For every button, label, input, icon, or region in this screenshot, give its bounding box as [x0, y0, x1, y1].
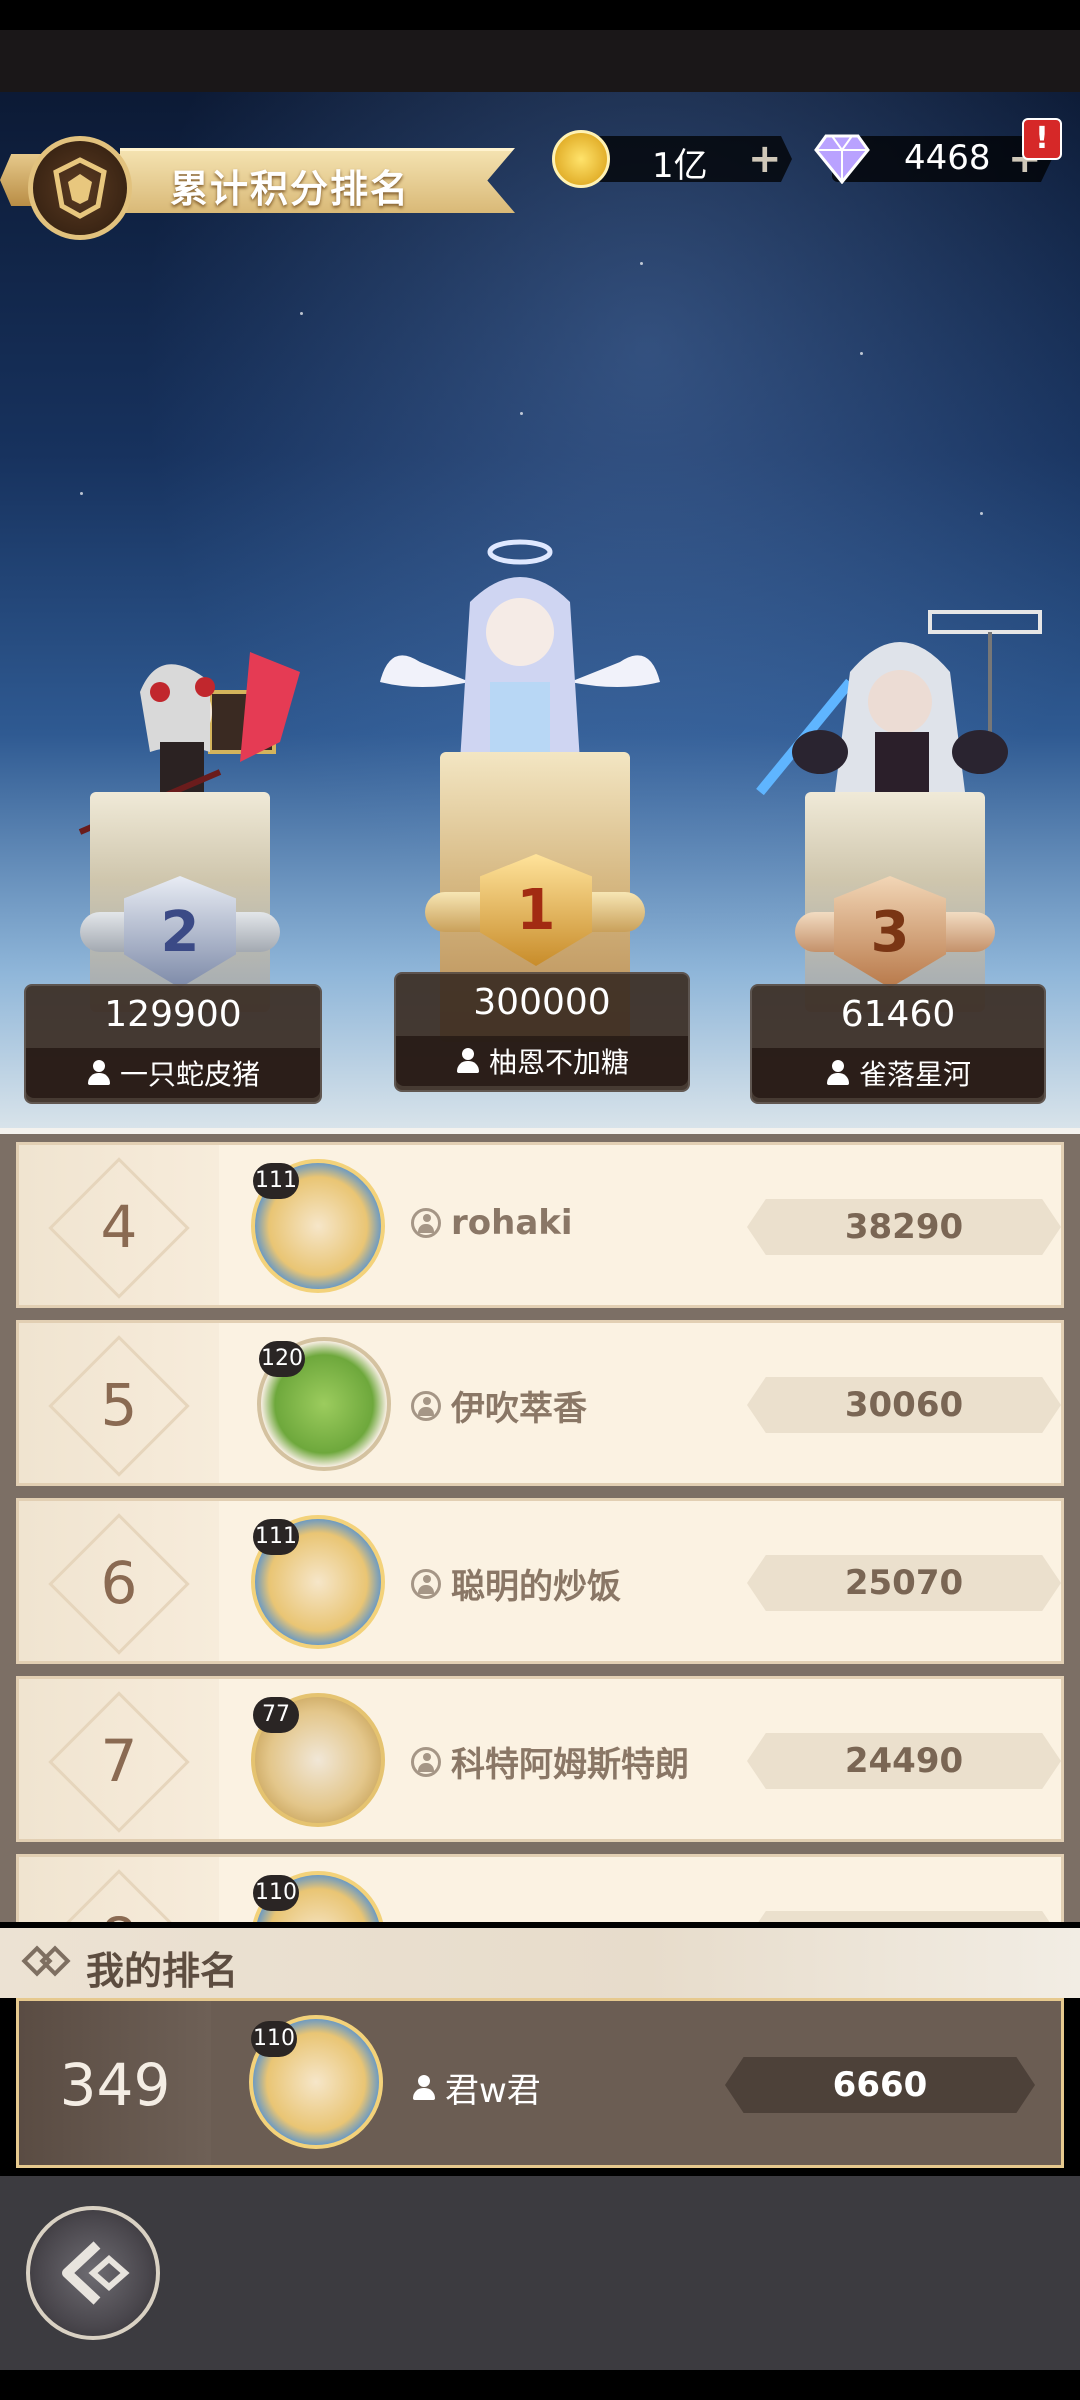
gold-value: 1亿 — [652, 146, 708, 186]
my-name: 君w君 — [445, 2071, 541, 2111]
player-level-badge: 111 — [253, 1519, 299, 1555]
rank-2-name-row: 一只蛇皮猪 — [26, 1048, 320, 1098]
my-rank-number: 349 — [59, 2051, 171, 2119]
rank-number: 4 — [100, 1193, 138, 1261]
person-icon — [411, 1208, 441, 1238]
star — [80, 492, 83, 495]
gold-currency: 1亿 + — [552, 130, 802, 190]
my-score: 6660 — [725, 2057, 1035, 2113]
rank-number: 8 — [19, 1905, 219, 1922]
player-level-badge: 111 — [253, 1163, 299, 1199]
ranking-row[interactable]: 5 120 伊吹萃香 30060 — [16, 1320, 1064, 1486]
diamond-value: 4468 — [904, 138, 991, 178]
player-name: 科特阿姆斯特朗 — [451, 1745, 689, 1785]
player-name-group: rohaki — [411, 1203, 573, 1243]
rank-1-score: 300000 — [473, 982, 611, 1023]
ranking-row[interactable]: 4 111 rohaki 38290 — [16, 1142, 1064, 1308]
back-arrow-icon — [62, 2241, 130, 2305]
star — [300, 312, 303, 315]
star — [980, 512, 983, 515]
ranking-emblem-icon — [28, 136, 132, 240]
diamond-gem-icon — [814, 134, 870, 185]
person-icon — [411, 1390, 441, 1421]
star — [520, 412, 523, 415]
person-icon — [411, 1746, 441, 1777]
my-rank-label: 我的排名 — [86, 1949, 239, 1993]
rank-number: 7 — [100, 1727, 138, 1795]
ranking-row-partial[interactable]: 8 110 — [16, 1854, 1064, 1922]
player-name-group: 科特阿姆斯特朗 — [411, 1737, 689, 1786]
alert-badge[interactable]: ! — [1022, 118, 1062, 160]
player-level-badge: 110 — [253, 1875, 299, 1911]
player-name-group: 伊吹萃香 — [411, 1381, 587, 1430]
my-level-badge: 110 — [251, 2021, 297, 2057]
rank-3-score-card[interactable]: 61460 雀落星河 — [750, 984, 1046, 1104]
top-edge — [0, 0, 1080, 30]
rank-2-score-card[interactable]: 129900 一只蛇皮猪 — [24, 984, 322, 1104]
bottom-edge — [0, 2370, 1080, 2400]
star — [640, 262, 643, 265]
rank-2-score: 129900 — [104, 994, 242, 1035]
title-banner: 累计积分排名 — [0, 136, 520, 240]
add-gold-button[interactable]: + — [748, 136, 782, 182]
rank-1-name-row: 柚恩不加糖 — [396, 1036, 688, 1086]
person-icon — [411, 1568, 441, 1599]
back-button[interactable] — [26, 2206, 160, 2340]
player-level-badge: 77 — [253, 1697, 299, 1733]
person-icon — [825, 1060, 851, 1086]
player-score: 24490 — [747, 1733, 1061, 1789]
rank-3-name: 雀落星河 — [858, 1058, 971, 1091]
rank-1-score-card[interactable]: 300000 柚恩不加糖 — [394, 972, 690, 1092]
player-score: 30060 — [747, 1377, 1061, 1433]
player-name: rohaki — [451, 1203, 573, 1243]
star — [860, 352, 863, 355]
rank-number: 6 — [100, 1549, 138, 1617]
player-score: 38290 — [747, 1199, 1061, 1255]
list-divider — [0, 1128, 1080, 1134]
diamond-bullet-icon — [39, 1945, 71, 1977]
my-name-group: 君w君 — [411, 2063, 541, 2112]
rank-number: 5 — [100, 1371, 138, 1439]
podium-scene: 累计积分排名 1亿 + 4468 + ! — [0, 92, 1080, 1128]
person-icon — [411, 2074, 437, 2101]
player-score: 25070 — [747, 1555, 1061, 1611]
bottom-bar — [0, 2176, 1080, 2370]
gold-coin-icon — [552, 130, 610, 188]
player-level-badge: 120 — [259, 1341, 305, 1377]
ranking-row[interactable]: 7 77 科特阿姆斯特朗 24490 — [16, 1676, 1064, 1842]
ranking-row[interactable]: 6 111 聪明的炒饭 25070 — [16, 1498, 1064, 1664]
my-rank-row[interactable]: 349 110 君w君 6660 — [16, 1998, 1064, 2168]
person-icon — [455, 1048, 481, 1074]
rank-3-score: 61460 — [840, 994, 956, 1035]
player-name: 伊吹萃香 — [451, 1389, 587, 1429]
rank-1-name: 柚恩不加糖 — [488, 1046, 629, 1079]
player-name: 聪明的炒饭 — [451, 1567, 621, 1607]
player-name-group: 聪明的炒饭 — [411, 1559, 621, 1608]
page-title: 累计积分排名 — [170, 167, 411, 211]
my-rank-header: 我的排名 — [0, 1928, 1080, 1998]
rank-3-name-row: 雀落星河 — [752, 1048, 1044, 1098]
rank-2-name: 一只蛇皮猪 — [119, 1058, 260, 1091]
player-score — [747, 1911, 1061, 1922]
ranking-list[interactable]: 4 111 rohaki 38290 5 120 伊吹萃香 30060 6 11… — [0, 1128, 1080, 1922]
person-icon — [86, 1060, 112, 1086]
